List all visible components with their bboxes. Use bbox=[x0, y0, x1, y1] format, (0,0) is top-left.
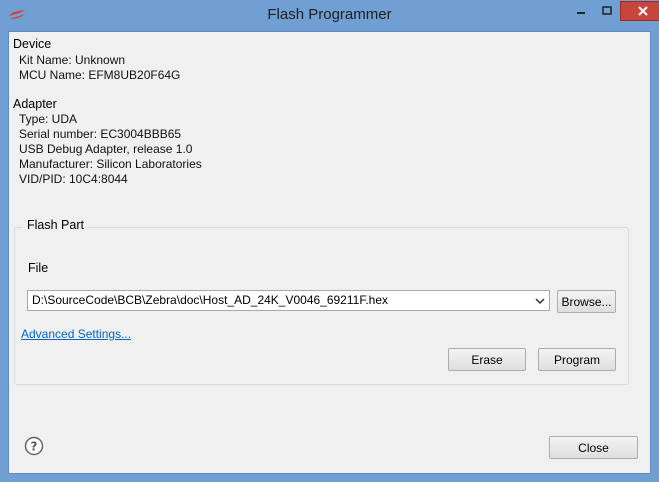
adapter-heading: Adapter bbox=[13, 97, 57, 111]
window-close-button[interactable] bbox=[620, 1, 659, 21]
manufacturer-text: Manufacturer: Silicon Laboratories bbox=[19, 157, 202, 171]
close-button[interactable]: Close bbox=[549, 436, 638, 459]
vidpid-text: VID/PID: 10C4:8044 bbox=[19, 172, 128, 186]
serial-number-text: Serial number: EC3004BBB65 bbox=[19, 127, 182, 141]
dialog-body: Device Kit Name: Unknown MCU Name: EFM8U… bbox=[8, 31, 651, 474]
kit-name-text: Kit Name: Unknown bbox=[19, 53, 126, 67]
mcu-name-text: MCU Name: EFM8UB20F64G bbox=[19, 68, 181, 82]
title-bar[interactable]: Flash Programmer bbox=[0, 0, 659, 31]
maximize-icon bbox=[602, 6, 612, 15]
window-title: Flash Programmer bbox=[267, 6, 392, 23]
chevron-down-icon[interactable] bbox=[533, 294, 547, 308]
flash-part-title: Flash Part bbox=[23, 218, 88, 232]
file-label: File bbox=[28, 261, 49, 275]
usb-adapter-text: USB Debug Adapter, release 1.0 bbox=[19, 142, 193, 156]
minimize-button[interactable] bbox=[568, 1, 594, 21]
maximize-button[interactable] bbox=[594, 1, 620, 21]
adapter-type-text: Type: UDA bbox=[19, 112, 78, 126]
advanced-settings-link[interactable]: Advanced Settings... bbox=[21, 327, 131, 341]
browse-button[interactable]: Browse... bbox=[557, 290, 616, 313]
program-button[interactable]: Program bbox=[538, 348, 616, 371]
svg-text:?: ? bbox=[31, 440, 38, 454]
file-path-combobox[interactable]: D:\SourceCode\BCB\Zebra\doc\Host_AD_24K_… bbox=[27, 290, 550, 311]
close-icon bbox=[637, 6, 648, 16]
help-icon[interactable]: ? bbox=[24, 436, 44, 456]
erase-button[interactable]: Erase bbox=[448, 348, 526, 371]
file-path-value: D:\SourceCode\BCB\Zebra\doc\Host_AD_24K_… bbox=[32, 293, 388, 307]
flash-programmer-window: Flash Programmer Device Kit Name: Unknow… bbox=[0, 0, 659, 482]
flash-part-group: Flash Part File D:\SourceCode\BCB\Zebra\… bbox=[14, 218, 629, 385]
minimize-icon bbox=[577, 12, 585, 14]
device-heading: Device bbox=[13, 37, 52, 51]
